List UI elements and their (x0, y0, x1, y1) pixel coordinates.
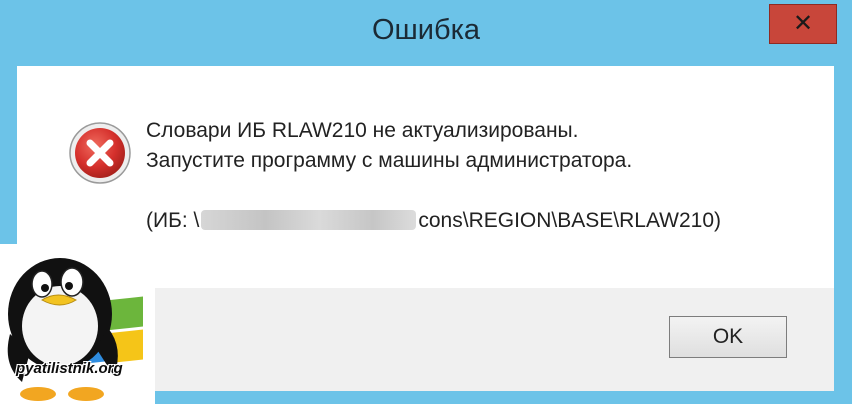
ok-button[interactable]: OK (669, 316, 787, 358)
close-button[interactable]: ✕ (769, 4, 837, 44)
path-suffix: cons\REGION\BASE\RLAW210) (418, 209, 722, 232)
dialog-title: Ошибка (371, 14, 481, 46)
penguin-logo-icon (0, 244, 155, 404)
redacted-path (201, 210, 417, 230)
error-message-line1: Словари ИБ RLAW210 не актуализированы. (146, 119, 579, 142)
watermark-text: pyatilistnik.org (16, 360, 123, 377)
dialog-window: Ошибка ✕ Словари ИБ RLAW210 не актуализи… (0, 0, 852, 404)
site-logo: pyatilistnik.org (0, 244, 155, 404)
close-icon: ✕ (792, 10, 814, 37)
path-prefix: (ИБ: \ (146, 209, 200, 232)
error-message-line2: Запустите программу с машины администрат… (146, 149, 633, 172)
error-icon (69, 122, 131, 184)
database-path: (ИБ: \ cons\REGION\BASE\RLAW210) (146, 209, 721, 233)
